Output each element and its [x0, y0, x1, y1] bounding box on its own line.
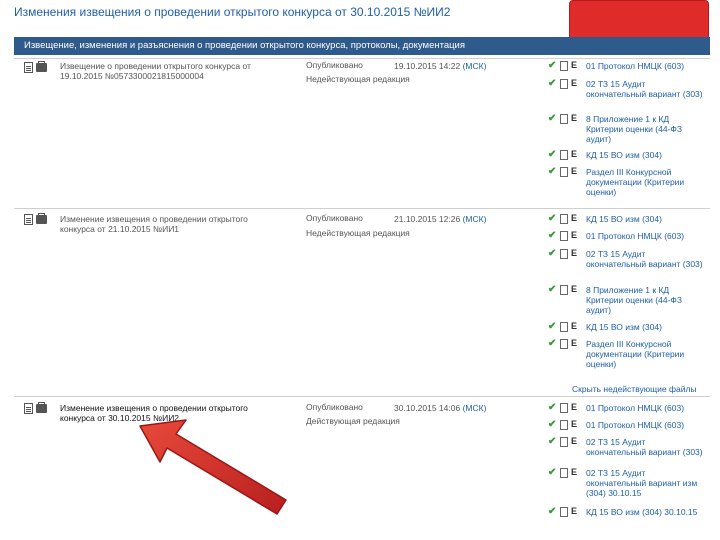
annotation-arrow-icon [139, 419, 287, 515]
